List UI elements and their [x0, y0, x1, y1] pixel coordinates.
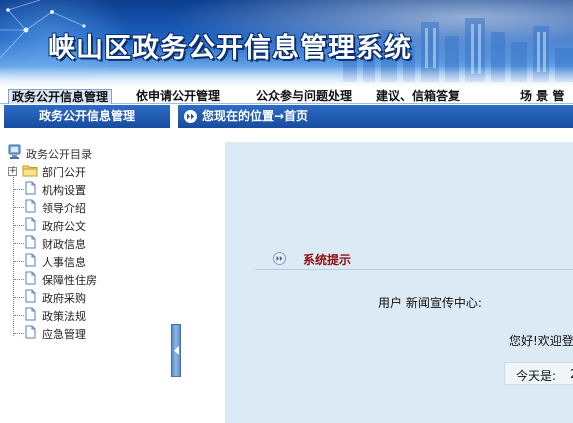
document-icon [25, 253, 36, 270]
nav-item-scene-management[interactable]: 场 景 管 [520, 89, 564, 104]
tree-item-label: 机构设置 [42, 184, 86, 197]
tree-item-label: 人事信息 [42, 256, 86, 269]
tree-item-policies[interactable]: 政策法规 [4, 306, 170, 324]
tree-item-label: 财政信息 [42, 238, 86, 251]
double-arrow-icon [273, 252, 286, 268]
nav-item-application-disclosure[interactable]: 依申请公开管理 [136, 89, 220, 104]
document-icon [25, 181, 36, 198]
tree-item-gov-documents[interactable]: 政府公文 [4, 216, 170, 234]
system-notice-title: 系统提示 [303, 253, 352, 267]
tree-folder-label: 部门公开 [42, 166, 86, 179]
tree-item-label: 应急管理 [42, 328, 86, 341]
tree-item-finance[interactable]: 财政信息 [4, 234, 170, 252]
welcome-text: 您好!欢迎登 [509, 334, 573, 348]
banner-swoosh [0, 66, 573, 88]
top-navigation: 政务公开信息管理 依申请公开管理 公众参与问题处理 建议、信箱答复 场 景 管 [0, 88, 573, 104]
location-bar: 您现在的位置→首页 [178, 105, 573, 128]
tree-folder-department[interactable]: + 部门公开 [4, 162, 170, 180]
document-icon [25, 271, 36, 288]
tree-item-label: 政策法规 [42, 310, 86, 323]
expand-plus-icon[interactable]: + [8, 167, 17, 176]
tree-item-leaders[interactable]: 领导介绍 [4, 198, 170, 216]
user-greeting-line: 用户 新闻宣传中心: [378, 296, 482, 310]
collapse-left-arrow-icon [174, 346, 179, 355]
tree-item-label: 领导介绍 [42, 202, 86, 215]
document-icon [25, 217, 36, 234]
tree-item-org-setup[interactable]: 机构设置 [4, 180, 170, 198]
tree-item-label: 政府采购 [42, 292, 86, 305]
date-box: 今天是: 2 [504, 362, 573, 385]
sidebar-collapse-handle[interactable] [171, 324, 181, 377]
nav-item-suggestion-mailbox[interactable]: 建议、信箱答复 [376, 89, 460, 104]
sidebar-header: 政务公开信息管理 [4, 105, 170, 128]
folder-icon [22, 164, 38, 180]
document-icon [25, 325, 36, 342]
nav-item-public-participation[interactable]: 公众参与问题处理 [256, 89, 352, 104]
tree-item-label: 保障性住房 [42, 274, 97, 287]
computer-icon [8, 144, 21, 159]
tree-root-label: 政务公开目录 [26, 148, 92, 161]
system-notice-header: 系统提示 [255, 248, 573, 270]
document-icon [25, 307, 36, 324]
tree-item-procurement[interactable]: 政府采购 [4, 288, 170, 306]
tree-item-personnel[interactable]: 人事信息 [4, 252, 170, 270]
location-text: 您现在的位置→首页 [202, 109, 309, 123]
tree-item-emergency[interactable]: 应急管理 [4, 324, 170, 342]
nav-item-info-management[interactable]: 政务公开信息管理 [8, 89, 113, 104]
tree-item-housing[interactable]: 保障性住房 [4, 270, 170, 288]
double-arrow-icon [184, 110, 197, 123]
date-label: 今天是: [516, 369, 557, 383]
main-panel: 系统提示 用户 新闻宣传中心: 您好!欢迎登 今天是: 2 [225, 142, 573, 423]
tree-item-label: 政府公文 [42, 220, 86, 233]
document-icon [25, 199, 36, 216]
document-icon [25, 235, 36, 252]
document-icon [25, 289, 36, 306]
header-banner: 峡山区政务公开信息管理系统 [0, 0, 573, 88]
app-title: 峡山区政务公开信息管理系统 [48, 33, 412, 64]
